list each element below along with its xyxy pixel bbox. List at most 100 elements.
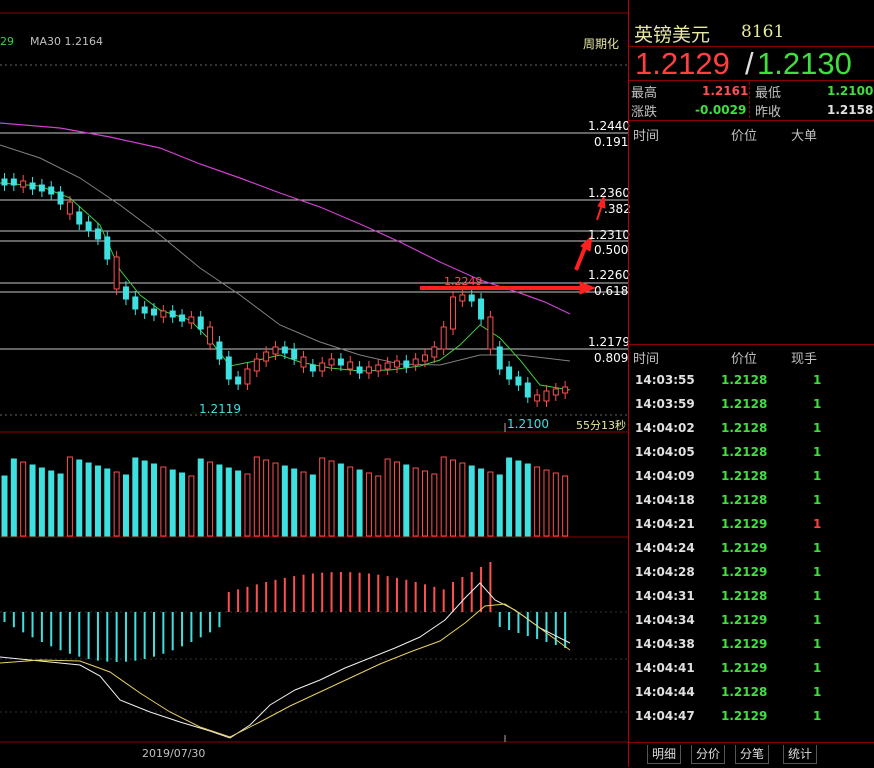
instrument-name: 英镑美元	[634, 24, 711, 46]
candle-body	[179, 314, 186, 322]
volume-bar	[328, 460, 335, 537]
tick-time: 14:04:09	[635, 469, 695, 483]
candle-body	[216, 341, 223, 360]
tick-row[interactable]: 14:04:09 1.2128 1	[629, 465, 869, 489]
tick-price: 1.2129	[721, 541, 768, 555]
tick-price: 1.2128	[721, 373, 768, 387]
candle-body	[141, 306, 148, 314]
tick-price: 1.2128	[721, 469, 768, 483]
volume-bar	[552, 472, 559, 537]
tick-row[interactable]: 14:04:24 1.2129 1	[629, 537, 869, 561]
candle-body	[66, 201, 73, 215]
volume-bar	[384, 458, 391, 537]
volume-bar	[253, 456, 260, 537]
tick-row[interactable]: 14:03:59 1.2128 1	[629, 393, 869, 417]
candle-body	[459, 294, 466, 302]
tick-row[interactable]: 14:04:44 1.2128 1	[629, 681, 869, 705]
level-ratio-5: 0.809	[594, 351, 629, 365]
bottom-tabs: 明细 分价 分笔 统计	[629, 742, 874, 768]
candle-body	[524, 382, 531, 398]
candle-body	[328, 358, 335, 366]
volume-bar	[151, 463, 158, 537]
prev-close-label: 昨收	[755, 105, 782, 120]
volume-bar	[506, 457, 513, 537]
candle-body	[403, 360, 410, 368]
instrument-code: 8161	[741, 22, 785, 42]
tick-time: 14:04:05	[635, 445, 695, 459]
volume-bar	[319, 457, 326, 537]
tick-time: 14:04:38	[635, 637, 695, 651]
tick-volume: 1	[813, 397, 822, 411]
candle-body	[113, 256, 120, 290]
tick-price: 1.2129	[721, 709, 768, 723]
tick-time: 14:04:41	[635, 661, 695, 675]
tick-row[interactable]: 14:04:28 1.2129 1	[629, 561, 869, 585]
tick-row[interactable]: 14:04:41 1.2129 1	[629, 657, 869, 681]
volume-bar	[132, 457, 139, 537]
tab-stats[interactable]: 统计	[783, 745, 818, 764]
tick-volume: 1	[813, 637, 822, 651]
candle-body	[151, 308, 158, 316]
tick-row[interactable]: 14:04:47 1.2129 1	[629, 705, 869, 729]
level-ratio-2: .382	[604, 202, 631, 216]
volume-bar	[496, 474, 503, 537]
tick-row[interactable]: 14:03:55 1.2128 1	[629, 369, 869, 393]
low-value: 1.2100	[827, 84, 874, 98]
tick-row[interactable]: 14:04:02 1.2128 1	[629, 417, 869, 441]
candle-body	[169, 310, 176, 318]
candle-body	[393, 360, 400, 368]
volume-bar	[450, 459, 457, 537]
tick-time: 14:04:21	[635, 517, 695, 531]
price-chart-svg[interactable]	[0, 0, 628, 767]
volume-bar	[104, 468, 111, 537]
change-label: 涨跌	[631, 105, 658, 120]
tab-trades[interactable]: 分笔	[735, 745, 770, 764]
volume-bar	[29, 464, 36, 537]
level-price-1: 1.2440	[588, 119, 630, 133]
low-annotation-2: 1.2100	[507, 417, 549, 431]
volume-bar	[468, 465, 475, 537]
tick-row[interactable]: 14:04:18 1.2128 1	[629, 489, 869, 513]
candle-body	[468, 294, 475, 302]
candle-body	[309, 364, 316, 372]
low-annotation-1: 1.2119	[199, 402, 241, 416]
tick-row[interactable]: 14:04:34 1.2129 1	[629, 609, 869, 633]
volume-bar	[440, 456, 447, 537]
volume-bar	[421, 470, 428, 537]
tick-row[interactable]: 14:04:05 1.2128 1	[629, 441, 869, 465]
candle-body	[291, 348, 298, 360]
tick-row[interactable]: 14:04:31 1.2128 1	[629, 585, 869, 609]
candle-body	[235, 376, 242, 385]
chart-area[interactable]: 29 MA30 1.2164 周期化 1.2440 0.191 1.2360 .…	[0, 0, 631, 767]
candle-body	[57, 191, 64, 205]
candle-body	[300, 356, 307, 368]
tick-price: 1.2128	[721, 589, 768, 603]
volume-bar	[169, 469, 176, 537]
change-value: -0.0029	[695, 103, 747, 117]
volume-bars	[1, 456, 569, 537]
volume-bar	[66, 456, 73, 537]
tab-details[interactable]: 明细	[647, 745, 682, 764]
tick-time: 14:04:02	[635, 421, 695, 435]
countdown-label: 55分13秒	[576, 419, 626, 432]
volume-bar	[403, 464, 410, 537]
candle-body	[552, 388, 559, 396]
candle-body	[487, 316, 494, 350]
candle-body	[272, 346, 279, 355]
volume-bar	[431, 473, 438, 537]
candle-body	[10, 178, 17, 186]
tab-price-dist[interactable]: 分价	[691, 745, 726, 764]
candle-body	[207, 326, 214, 345]
tick-row[interactable]: 14:04:21 1.2129 1	[629, 513, 869, 537]
period-label[interactable]: 周期化	[583, 35, 619, 52]
volume-bar	[10, 458, 17, 537]
volume-bar	[113, 471, 120, 537]
tick-time: 14:04:34	[635, 613, 695, 627]
macd-dea-line	[0, 603, 571, 738]
volume-bar	[188, 475, 195, 537]
tick-row[interactable]: 14:04:38 1.2129 1	[629, 633, 869, 657]
volume-bar	[412, 467, 419, 537]
tick-price: 1.2128	[721, 685, 768, 699]
high-label: 最高	[631, 86, 658, 101]
tick-time: 14:04:47	[635, 709, 695, 723]
